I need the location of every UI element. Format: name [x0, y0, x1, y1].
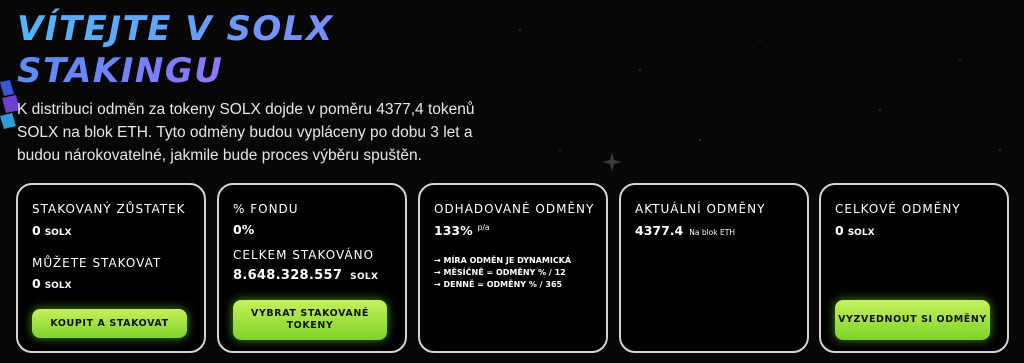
estimated-rewards-label: ODHADOVANÉ ODMĚNY	[434, 202, 595, 216]
pool-share-card: % FONDU 0% CELKEM STAKOVÁNO 8.648.328.55…	[217, 183, 407, 353]
total-rewards-value: 0 SOLX	[835, 223, 875, 238]
claim-rewards-button[interactable]: VYZVEDNOUT SI ODMĚNY	[835, 300, 990, 340]
current-rewards-label: AKTUÁLNÍ ODMĚNY	[635, 202, 766, 216]
estimated-rewards-value: 133% p/a	[434, 223, 490, 239]
total-staked-value: 8.648.328.557 SOLX	[233, 268, 379, 283]
page-title: VÍTEJTE V SOLX STAKINGU	[17, 8, 334, 92]
staking-description: K distribuci odměn za tokeny SOLX dojde …	[17, 101, 475, 164]
total-rewards-card: CELKOVÉ ODMĚNY 0 SOLX VYZVEDNOUT SI ODMĚN…	[819, 183, 1009, 353]
note-daily: → DENNĚ = ODMĚNY % / 365	[434, 280, 563, 289]
total-staked-label: CELKEM STAKOVÁNO	[233, 248, 375, 262]
buy-and-stake-button[interactable]: KOUPIT A STAKOVAT	[32, 309, 187, 338]
current-rewards-card: AKTUÁLNÍ ODMĚNY 4377.4 Na blok ETH	[619, 183, 809, 353]
title-line-1: VÍTEJTE V SOLX	[17, 9, 334, 49]
note-monthly: → MĚSÍČNĚ = ODMĚNY % / 12	[434, 268, 566, 277]
current-rewards-value: 4377.4 Na blok ETH	[635, 223, 735, 238]
staked-balance-card: STAKOVANÝ ZŮSTATEK 0 SOLX MŮŽETE STAKOVAT…	[16, 183, 206, 353]
can-stake-value: 0 SOLX	[32, 276, 72, 291]
pool-share-value: 0%	[233, 222, 255, 237]
can-stake-label: MŮŽETE STAKOVAT	[32, 256, 162, 270]
staked-balance-value: 0 SOLX	[32, 223, 72, 238]
withdraw-staked-tokens-button[interactable]: VYBRAT STAKOVANÉ TOKENY	[233, 300, 387, 340]
estimated-rewards-card: ODHADOVANÉ ODMĚNY 133% p/a → MÍRA ODMĚN J…	[418, 183, 608, 353]
title-line-2: STAKINGU	[17, 50, 334, 92]
staked-balance-label: STAKOVANÝ ZŮSTATEK	[32, 202, 186, 216]
total-rewards-label: CELKOVÉ ODMĚNY	[835, 202, 961, 216]
reward-rate-notes: → MÍRA ODMĚN JE DYNAMICKÁ → MĚSÍČNĚ = OD…	[434, 255, 571, 291]
pool-share-label: % FONDU	[233, 202, 299, 216]
note-dynamic-rate: → MÍRA ODMĚN JE DYNAMICKÁ	[434, 256, 572, 265]
